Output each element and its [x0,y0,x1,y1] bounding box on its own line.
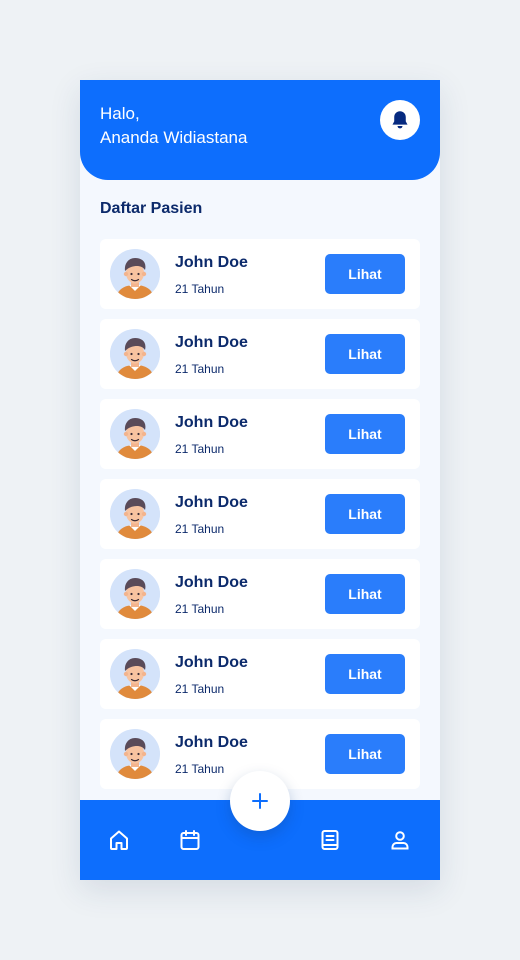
home-icon [110,830,128,850]
patient-card: John Doe 21 Tahun Lihat [100,239,420,309]
greeting-user-name: Ananda Widiastana [100,128,248,147]
avatar-icon [110,409,160,459]
view-patient-button[interactable]: Lihat [325,494,405,534]
patient-avatar [110,649,160,699]
book-icon [321,830,339,850]
avatar-icon [110,729,160,779]
patient-card: John Doe 21 Tahun Lihat [100,319,420,389]
patient-age: 21 Tahun [175,762,225,776]
view-patient-button[interactable]: Lihat [325,334,405,374]
plus-icon [252,793,268,809]
section-title: Daftar Pasien [100,200,203,217]
nav-profile[interactable] [387,827,413,853]
patient-name: John Doe [175,494,248,511]
patient-age: 21 Tahun [175,362,225,376]
patient-age: 21 Tahun [175,282,225,296]
patient-avatar [110,409,160,459]
view-patient-button[interactable]: Lihat [325,734,405,774]
patient-avatar [110,329,160,379]
view-patient-button[interactable]: Lihat [325,654,405,694]
patient-name: John Doe [175,574,248,591]
avatar-icon [110,569,160,619]
avatar-icon [110,649,160,699]
greeting-hello: Halo, [100,104,140,123]
avatar-icon [110,489,160,539]
patient-name: John Doe [175,254,248,271]
calendar-icon [180,830,200,850]
view-patient-button[interactable]: Lihat [325,254,405,294]
user-icon [391,831,409,850]
greeting: Halo, Ananda Widiastana [100,102,247,150]
notification-button[interactable] [380,100,420,140]
nav-records[interactable] [317,827,343,853]
patient-card: John Doe 21 Tahun Lihat [100,559,420,629]
patient-age: 21 Tahun [175,522,225,536]
app-header: Halo, Ananda Widiastana [80,80,440,180]
avatar-icon [110,329,160,379]
patient-name: John Doe [175,334,248,351]
patient-name: John Doe [175,654,248,671]
patient-card: John Doe 21 Tahun Lihat [100,479,420,549]
patient-list[interactable]: John Doe 21 Tahun Lihat John Doe 21 Tahu… [100,239,420,799]
patient-avatar [110,489,160,539]
nav-calendar[interactable] [177,827,203,853]
patient-name: John Doe [175,734,248,751]
patient-age: 21 Tahun [175,442,225,456]
phone-screen: Halo, Ananda Widiastana Daftar Pasien Jo… [80,80,440,880]
patient-age: 21 Tahun [175,602,225,616]
patient-avatar [110,729,160,779]
patient-card: John Doe 21 Tahun Lihat [100,639,420,709]
avatar-icon [110,249,160,299]
view-patient-button[interactable]: Lihat [325,414,405,454]
patient-avatar [110,249,160,299]
patient-name: John Doe [175,414,248,431]
patient-age: 21 Tahun [175,682,225,696]
nav-home[interactable] [106,827,132,853]
view-patient-button[interactable]: Lihat [325,574,405,614]
patient-avatar [110,569,160,619]
patient-card: John Doe 21 Tahun Lihat [100,399,420,469]
add-patient-button[interactable] [230,771,290,831]
bell-icon [392,111,408,129]
